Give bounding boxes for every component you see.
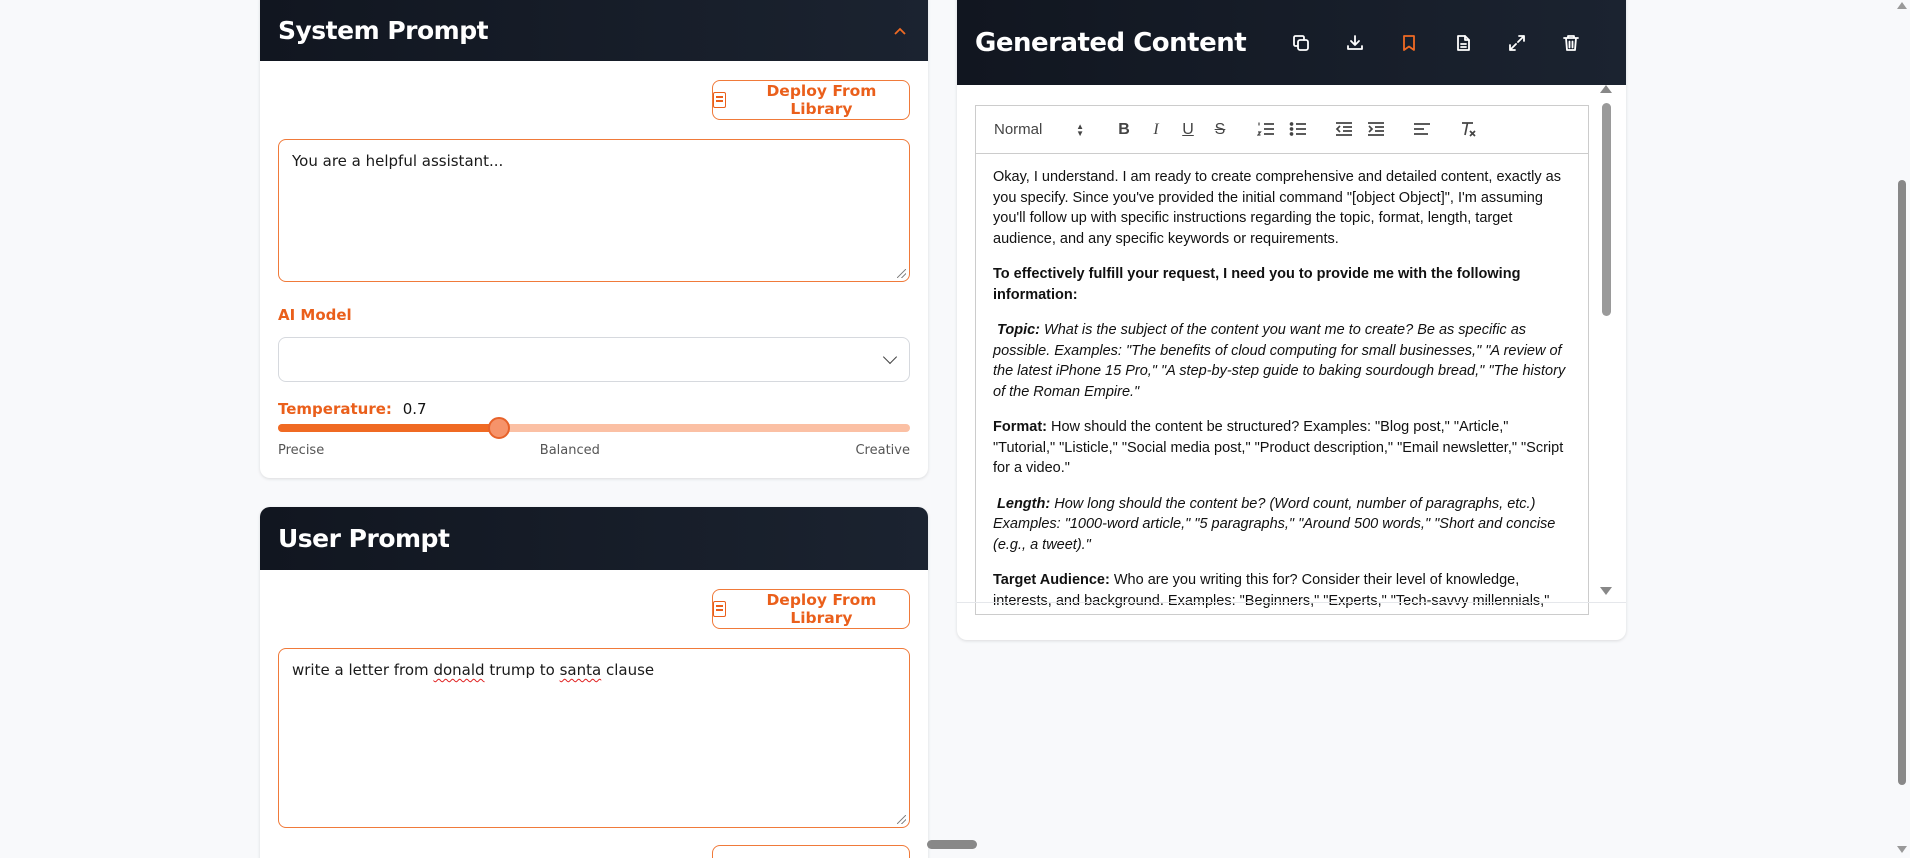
copy-icon[interactable]: [1286, 28, 1316, 58]
book-icon: [713, 601, 726, 617]
editor-content[interactable]: Okay, I understand. I am ready to create…: [976, 154, 1588, 614]
align-left-icon[interactable]: [1406, 121, 1438, 139]
select-arrows-icon: ▲ ▼: [1076, 121, 1084, 138]
temperature-label: Temperature:: [278, 400, 392, 418]
generated-content-panel: Generated Content Normal ▲ ▼ B I U S Oka…: [957, 0, 1626, 640]
book-icon: [713, 92, 726, 108]
resize-grip-icon[interactable]: [897, 269, 906, 278]
topic-label: Topic:: [997, 322, 1040, 338]
horizontal-scroll-handle[interactable]: [927, 840, 977, 849]
generate-button[interactable]: [712, 845, 910, 858]
resize-grip-icon[interactable]: [897, 815, 906, 824]
ai-model-label: AI Model: [278, 306, 352, 324]
system-prompt-input[interactable]: You are a helpful assistant...: [278, 139, 910, 282]
page-scrollbar[interactable]: [1894, 0, 1910, 858]
temperature-slider[interactable]: [278, 417, 910, 439]
user-prompt-input[interactable]: write a letter from donald trump to sant…: [278, 648, 910, 828]
chevron-down-icon: [882, 349, 898, 365]
system-deploy-from-library-button[interactable]: Deploy From Library: [712, 80, 910, 120]
content-toolbar: [1286, 28, 1586, 58]
outdent-icon[interactable]: [1328, 121, 1360, 139]
editor-toolbar: Normal ▲ ▼ B I U S: [976, 106, 1588, 154]
paragraph-format: Format: How should the content be struct…: [993, 417, 1574, 479]
document-icon[interactable]: [1448, 28, 1478, 58]
rich-text-editor[interactable]: Normal ▲ ▼ B I U S Okay, I understand. I…: [975, 105, 1589, 615]
editor-scroll-thumb[interactable]: [1602, 103, 1611, 316]
ai-model-select[interactable]: [278, 337, 910, 382]
bold-button[interactable]: B: [1108, 121, 1140, 139]
user-prompt-header: User Prompt: [260, 507, 928, 570]
user-prompt-text: trump to: [484, 661, 560, 679]
system-prompt-text: You are a helpful assistant...: [292, 152, 504, 170]
length-text: How long should the content be? (Word co…: [993, 495, 1556, 553]
user-deploy-from-library-button[interactable]: Deploy From Library: [712, 589, 910, 629]
system-prompt-panel: System Prompt Deploy From Library You ar…: [260, 0, 928, 478]
paragraph-bold: To effectively fulfill your request, I n…: [993, 264, 1574, 305]
audience-label: Target Audience:: [993, 572, 1110, 588]
ordered-list-icon[interactable]: [1250, 121, 1282, 139]
temperature-value: 0.7: [402, 400, 427, 418]
generated-content-title: Generated Content: [975, 27, 1247, 58]
temperature-slider-fill: [278, 424, 500, 432]
format-text: How should the content be structured? Ex…: [993, 419, 1564, 476]
generated-content-footer: [957, 602, 1626, 640]
bullet-list-icon[interactable]: [1282, 121, 1314, 139]
misspelled-word: donald: [433, 661, 485, 679]
deploy-label: Deploy From Library: [766, 591, 877, 627]
editor-scrollbar[interactable]: [1598, 85, 1614, 605]
tick-creative: Creative: [855, 443, 910, 458]
temperature-scale: Precise Balanced Creative: [278, 443, 910, 458]
temperature-slider-thumb[interactable]: [488, 417, 511, 439]
scroll-up-icon[interactable]: [1600, 85, 1612, 93]
format-label: Format:: [993, 419, 1047, 435]
length-label: Length:: [997, 495, 1051, 512]
scroll-down-icon[interactable]: [1600, 587, 1612, 595]
user-prompt-text: clause: [601, 661, 655, 679]
italic-button[interactable]: I: [1140, 121, 1172, 139]
paragraph: Okay, I understand. I am ready to create…: [993, 169, 1561, 247]
strikethrough-button[interactable]: S: [1204, 121, 1236, 139]
system-prompt-title: System Prompt: [278, 16, 489, 45]
topic-text: What is the subject of the content you w…: [993, 322, 1566, 400]
format-select[interactable]: Normal ▲ ▼: [994, 121, 1094, 138]
deploy-label: Deploy From Library: [766, 82, 877, 118]
tick-balanced: Balanced: [539, 443, 600, 458]
clear-format-icon[interactable]: [1452, 121, 1484, 139]
indent-icon[interactable]: [1360, 121, 1392, 139]
page-scroll-thumb[interactable]: [1898, 180, 1906, 785]
paragraph-length: Length: How long should the content be? …: [993, 494, 1574, 556]
user-prompt-panel: User Prompt Deploy From Library write a …: [260, 507, 928, 858]
page-scroll-up-icon[interactable]: [1897, 2, 1907, 9]
bold-text: To effectively fulfill your request, I n…: [993, 266, 1521, 303]
expand-icon[interactable]: [1502, 28, 1532, 58]
misspelled-word: santa: [559, 661, 602, 679]
chevron-up-icon[interactable]: [890, 22, 910, 40]
underline-button[interactable]: U: [1172, 121, 1204, 139]
paragraph-topic: Topic: What is the subject of the conten…: [993, 320, 1574, 402]
format-select-value: Normal: [994, 121, 1043, 138]
system-prompt-header[interactable]: System Prompt: [260, 0, 928, 61]
user-prompt-title: User Prompt: [278, 524, 450, 553]
page-scroll-down-icon[interactable]: [1897, 846, 1907, 853]
generated-content-header: Generated Content: [957, 0, 1626, 85]
download-icon[interactable]: [1340, 28, 1370, 58]
bookmark-icon[interactable]: [1394, 28, 1424, 58]
temperature-label-row: Temperature: 0.7: [278, 400, 427, 418]
tick-precise: Precise: [278, 443, 325, 458]
user-prompt-text: write a letter from: [292, 661, 434, 679]
trash-icon[interactable]: [1556, 28, 1586, 58]
